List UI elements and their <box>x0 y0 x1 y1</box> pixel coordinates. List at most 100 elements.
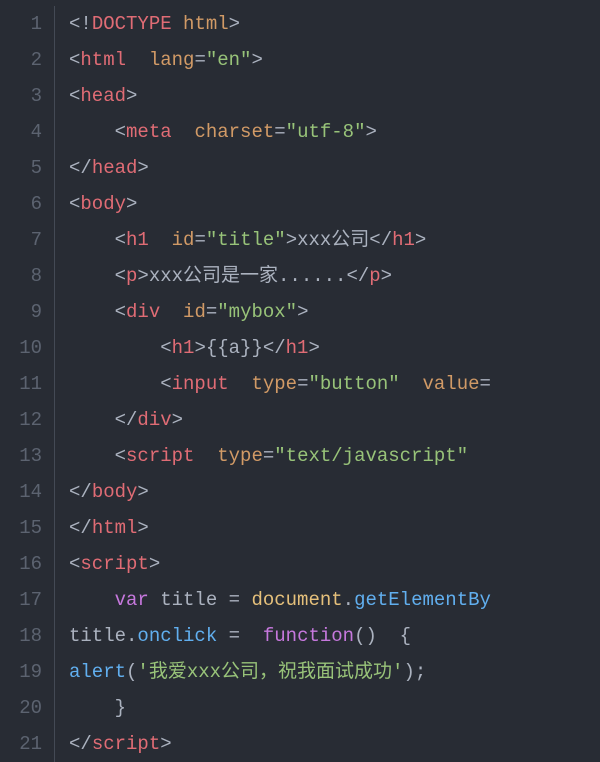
code-line[interactable]: <h1 id="title">xxx公司</h1> <box>69 222 600 258</box>
code-editor[interactable]: 123456789101112131415161718192021 <!DOCT… <box>0 0 600 758</box>
line-number: 18 <box>0 618 42 654</box>
code-token: } <box>69 697 126 719</box>
code-line[interactable]: <head> <box>69 78 600 114</box>
code-line[interactable]: <h1>{{a}}</h1> <box>69 330 600 366</box>
code-token: >{{a}}</ <box>194 337 285 359</box>
line-number: 16 <box>0 546 42 582</box>
code-token: < <box>69 49 80 71</box>
code-line[interactable]: <body> <box>69 186 600 222</box>
code-token: </ <box>69 517 92 539</box>
code-line[interactable]: } <box>69 690 600 726</box>
code-token: alert <box>69 661 126 683</box>
code-token: < <box>69 265 126 287</box>
code-token: "mybox" <box>217 301 297 323</box>
code-line[interactable]: <script type="text/javascript" <box>69 438 600 474</box>
code-line[interactable]: </html> <box>69 510 600 546</box>
code-token: html <box>92 517 138 539</box>
code-token: < <box>69 301 126 323</box>
code-area[interactable]: <!DOCTYPE html><html lang="en"><head> <m… <box>55 0 600 758</box>
code-token: lang <box>149 49 195 71</box>
code-token: > <box>251 49 262 71</box>
code-token: < <box>69 193 80 215</box>
line-number: 3 <box>0 78 42 114</box>
code-line[interactable]: </body> <box>69 474 600 510</box>
line-number-gutter: 123456789101112131415161718192021 <box>0 0 54 758</box>
code-token: meta <box>126 121 172 143</box>
code-token: <! <box>69 13 92 35</box>
code-token: > <box>229 13 240 35</box>
line-number: 17 <box>0 582 42 618</box>
code-token: function <box>263 625 354 647</box>
line-number: 1 <box>0 6 42 42</box>
code-token: = <box>480 373 491 395</box>
code-line[interactable]: <script> <box>69 546 600 582</box>
code-token: h1 <box>172 337 195 359</box>
code-token: < <box>69 445 126 467</box>
code-token: script <box>126 445 194 467</box>
code-token: >xxx公司是一家......</ <box>137 265 369 287</box>
code-token: < <box>69 373 172 395</box>
code-token: = <box>194 229 205 251</box>
code-token: div <box>137 409 171 431</box>
code-token: type <box>251 373 297 395</box>
code-line[interactable]: </script> <box>69 726 600 758</box>
code-token <box>126 49 149 71</box>
code-line[interactable]: alert('我爱xxx公司，祝我面试成功'); <box>69 654 600 690</box>
code-line[interactable]: </div> <box>69 402 600 438</box>
code-token: title = <box>149 589 252 611</box>
code-token: id <box>172 229 195 251</box>
code-token: > <box>366 121 377 143</box>
line-number: 5 <box>0 150 42 186</box>
code-token: script <box>92 733 160 755</box>
code-token <box>194 445 217 467</box>
code-token <box>160 301 183 323</box>
code-line[interactable]: <div id="mybox"> <box>69 294 600 330</box>
code-token: > <box>308 337 319 359</box>
code-token: p <box>126 265 137 287</box>
code-token: </ <box>69 481 92 503</box>
code-token: h1 <box>126 229 149 251</box>
code-token: document <box>251 589 342 611</box>
code-token: script <box>80 553 148 575</box>
code-token: = <box>194 49 205 71</box>
code-token: . <box>343 589 354 611</box>
code-line[interactable]: <meta charset="utf-8"> <box>69 114 600 150</box>
code-line[interactable]: <html lang="en"> <box>69 42 600 78</box>
code-token: '我爱xxx公司，祝我面试成功' <box>137 661 403 683</box>
code-token: = <box>217 625 263 647</box>
code-token: () { <box>354 625 411 647</box>
code-token: > <box>126 193 137 215</box>
code-token <box>172 13 183 35</box>
code-token: "text/javascript" <box>274 445 468 467</box>
code-token: head <box>92 157 138 179</box>
code-line[interactable]: </head> <box>69 150 600 186</box>
code-token: "en" <box>206 49 252 71</box>
code-line[interactable]: var title = document.getElementBy <box>69 582 600 618</box>
code-token: html <box>80 49 126 71</box>
code-token: ); <box>403 661 426 683</box>
code-token <box>149 229 172 251</box>
code-line[interactable]: <!DOCTYPE html> <box>69 6 600 42</box>
line-number: 15 <box>0 510 42 546</box>
code-line[interactable]: title.onclick = function() { <box>69 618 600 654</box>
code-token: = <box>297 373 308 395</box>
code-token: DOCTYPE <box>92 13 172 35</box>
code-line[interactable]: <input type="button" value= <box>69 366 600 402</box>
code-token: body <box>80 193 126 215</box>
code-token: html <box>183 13 229 35</box>
code-token: type <box>217 445 263 467</box>
code-token: h1 <box>286 337 309 359</box>
code-token: > <box>160 733 171 755</box>
code-token: > <box>137 517 148 539</box>
code-line[interactable]: <p>xxx公司是一家......</p> <box>69 258 600 294</box>
code-token: > <box>415 229 426 251</box>
code-token: div <box>126 301 160 323</box>
line-number: 12 <box>0 402 42 438</box>
code-token: < <box>69 553 80 575</box>
code-token: = <box>263 445 274 467</box>
line-number: 6 <box>0 186 42 222</box>
line-number: 2 <box>0 42 42 78</box>
code-token: p <box>369 265 380 287</box>
code-token: > <box>137 157 148 179</box>
code-token <box>69 589 115 611</box>
